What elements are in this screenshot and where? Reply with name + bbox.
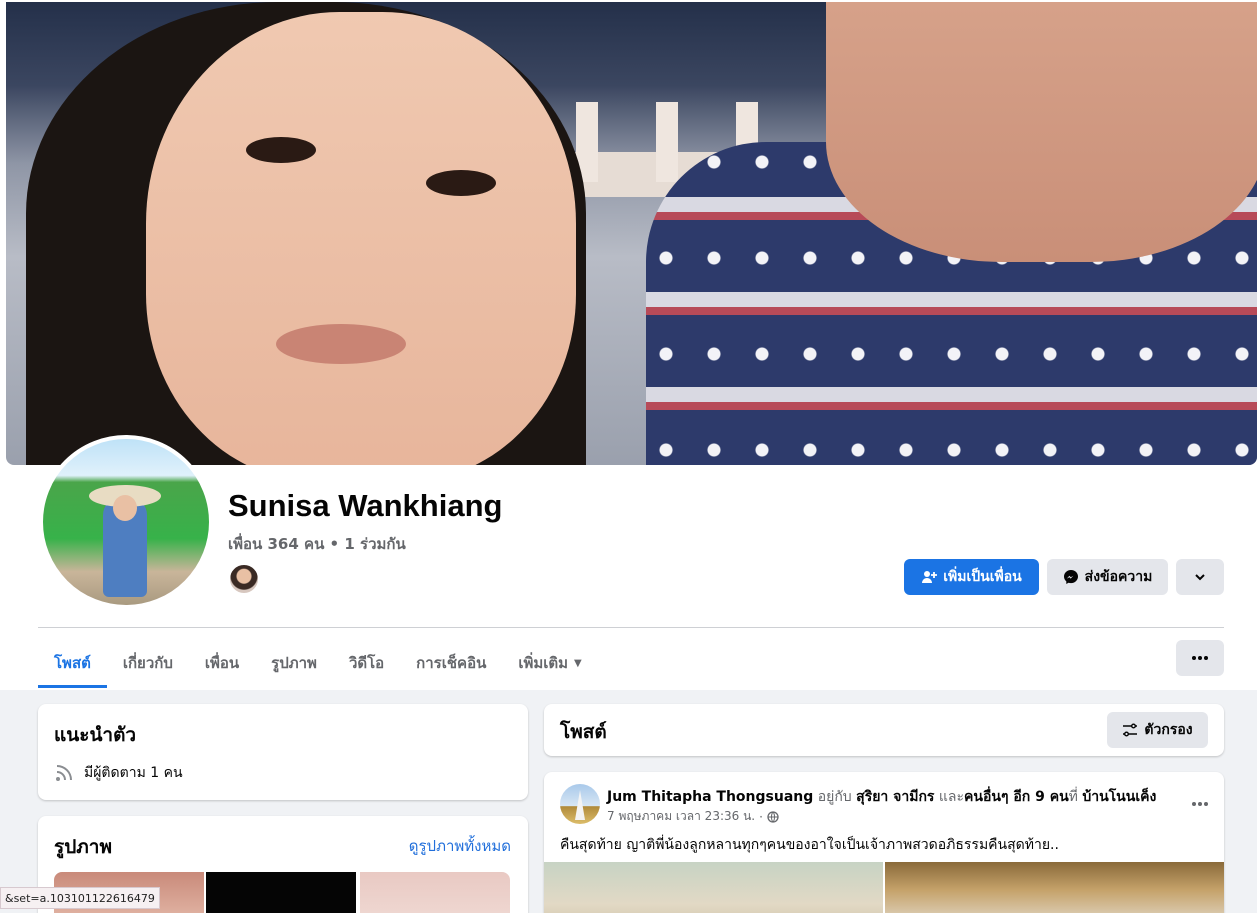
rss-follow-icon [54,763,74,783]
photo-thumbnail[interactable] [206,872,356,913]
tab-videos[interactable]: วิดีโอ [333,638,400,688]
post-card: Jum Thitapha Thongsuang อยู่กับ สุริยา จ… [544,772,1224,913]
add-friend-label: เพิ่มเป็นเพื่อน [943,569,1022,585]
cover-person-eye [426,170,496,196]
see-all-photos-link[interactable]: ดูรูปภาพทั้งหมด [409,834,511,858]
cover-pillar [656,102,678,182]
tab-label: เกี่ยวกับ [122,654,173,672]
posts-title: โพสต์ [560,721,607,743]
post-options-button[interactable] [1192,790,1208,811]
cover-person-face [146,12,576,465]
post-at-text: ที่ [1068,789,1078,805]
tab-posts[interactable]: โพสต์ [38,638,107,688]
add-friend-icon [921,569,938,585]
messenger-icon [1063,569,1079,585]
post-and-text: และ [938,789,965,805]
intro-title: แนะนำตัว [54,724,137,746]
post-tagged-person[interactable]: สุริยา จามีกร [856,789,934,805]
tab-more[interactable]: เพิ่มเติม ▼ [502,638,597,688]
cover-person-eye [246,137,316,163]
post-image[interactable] [544,862,883,913]
cover-person-face-2 [826,2,1257,262]
separator-dot: · [759,809,763,824]
filter-icon [1122,723,1138,737]
profile-header: Sunisa Wankhiang เพื่อน 364 คน • 1 ร่วมก… [0,0,1257,690]
tab-about[interactable]: เกี่ยวกับ [107,638,189,688]
cover-person-lips [276,324,406,364]
tab-label: เพื่อน [204,654,240,672]
tab-friends[interactable]: เพื่อน [189,638,255,688]
tab-checkins[interactable]: การเช็คอิน [400,638,502,688]
cover-photo[interactable] [6,2,1257,465]
profile-picture[interactable] [39,435,213,609]
chevron-down-icon [1194,571,1206,583]
filter-button[interactable]: ตัวกรอง [1107,712,1208,748]
followers-text: มีผู้ติดตาม 1 คน [84,765,183,781]
posts-header-card: โพสต์ ตัวกรอง [544,704,1224,756]
filter-label: ตัวกรอง [1144,722,1193,738]
tab-label: เพิ่มเติม [518,654,569,672]
tab-photos[interactable]: รูปภาพ [255,638,333,688]
post-author-name[interactable]: Jum Thitapha Thongsuang [607,789,813,805]
post-others-link[interactable]: คนอื่นๆ อีก 9 คน [964,789,1069,805]
caret-down-icon: ▼ [574,657,582,669]
profile-more-button[interactable] [1176,559,1224,595]
more-dots-icon [1192,656,1208,660]
mutual-friend-avatar[interactable] [228,563,260,595]
photos-title: รูปภาพ [54,836,112,858]
post-author-avatar[interactable] [560,784,600,824]
post-image[interactable] [885,862,1224,913]
globe-icon [767,810,779,823]
tab-label: วิดีโอ [348,654,385,672]
tabs-more-button[interactable] [1176,640,1224,676]
post-with-text: อยู่กับ [817,789,852,805]
intro-card: แนะนำตัว มีผู้ติดตาม 1 คน [38,704,528,800]
header-divider [38,627,1224,628]
friends-summary[interactable]: เพื่อน 364 คน • 1 ร่วมกัน [228,532,406,556]
photo-thumbnail[interactable] [360,872,510,913]
post-text: คืนสุดท้าย ญาติพี่น้องลูกหลานทุกๆคนของอา… [560,837,1059,853]
followers-row: มีผู้ติดตาม 1 คน [54,762,183,784]
avatar-temple-image [575,790,585,820]
tab-label: รูปภาพ [271,654,317,672]
tab-label: โพสต์ [54,654,91,672]
post-meta: 7 พฤษภาคม เวลา 23:36 น. · [607,807,779,826]
profile-picture-head [113,495,137,521]
message-label: ส่งข้อความ [1084,569,1153,585]
status-bar-url: &set=a.103101122616479 [0,887,160,909]
post-timestamp[interactable]: 7 พฤษภาคม เวลา 23:36 น. [607,807,755,826]
post-location[interactable]: บ้านโนนเค็ง [1082,789,1156,805]
tab-label: การเช็คอิน [416,654,487,672]
add-friend-button[interactable]: เพิ่มเป็นเพื่อน [904,559,1039,595]
message-button[interactable]: ส่งข้อความ [1047,559,1168,595]
profile-tabs: โพสต์ เกี่ยวกับ เพื่อน รูปภาพ วิดีโอ การ… [38,638,598,688]
profile-name: Sunisa Wankhiang [228,488,503,523]
post-header: Jum Thitapha Thongsuang อยู่กับ สุริยา จ… [607,786,1167,808]
